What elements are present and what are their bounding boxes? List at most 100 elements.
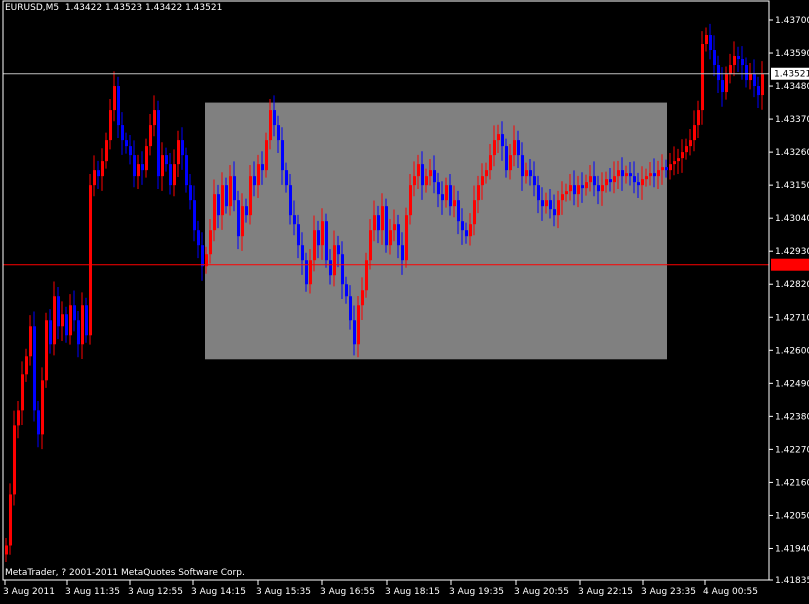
candle <box>669 153 672 180</box>
candle-body <box>301 245 304 261</box>
candle-body <box>541 200 544 207</box>
candle-body <box>621 170 624 177</box>
candle-body <box>557 200 560 216</box>
candle-body <box>593 176 596 186</box>
candle-body <box>501 134 504 147</box>
candle <box>125 132 128 154</box>
x-tick-label: 3 Aug 14:15 <box>191 587 246 597</box>
y-tick-label: 1.43150 <box>775 181 809 191</box>
candle-body <box>701 44 704 111</box>
candle-body <box>133 155 136 177</box>
candle-body <box>145 146 148 171</box>
candle-body <box>713 50 716 66</box>
y-tick-label: 1.41940 <box>775 544 809 554</box>
candle-body <box>333 245 336 276</box>
candle <box>121 112 124 155</box>
candle-body <box>317 230 320 246</box>
candle-body <box>137 164 140 177</box>
candle <box>749 62 752 90</box>
candle-body <box>685 146 688 153</box>
candle-body <box>653 173 656 177</box>
time-axis: 3 Aug 2011 3 Aug 11:35 3 Aug 12:55 3 Aug 14… <box>3 580 758 597</box>
candle-body <box>29 326 32 357</box>
candle-body <box>169 164 172 186</box>
y-tick-label: 1.43480 <box>775 82 809 92</box>
candle <box>193 185 196 242</box>
candle-body <box>53 296 56 345</box>
candle-body <box>625 173 628 177</box>
candle-body <box>721 80 724 93</box>
candle <box>5 537 8 562</box>
candle <box>677 148 680 175</box>
candle-body <box>757 86 760 96</box>
y-tick-label: 1.43370 <box>775 115 809 125</box>
chart-window[interactable]: 1.43700 1.43590 1.43480 1.43370 1.43260 1.431… <box>0 0 809 600</box>
candle-body <box>165 155 168 165</box>
candle <box>101 148 104 191</box>
candlestick-chart[interactable]: 1.43700 1.43590 1.43480 1.43370 1.43260 1.431… <box>0 0 809 600</box>
symbol-label: EURUSD,M5 <box>5 3 60 13</box>
candle <box>49 309 52 354</box>
candle <box>717 55 720 93</box>
candle <box>89 174 92 345</box>
y-tick-label: 1.41835 <box>775 576 809 586</box>
candle-body <box>733 56 736 66</box>
candle-body <box>637 182 640 186</box>
candle <box>725 66 728 100</box>
candle-body <box>533 176 536 186</box>
candle-body <box>481 176 484 186</box>
candle-body <box>441 194 444 201</box>
candle-body <box>433 170 436 183</box>
candle-body <box>309 260 312 285</box>
candle-body <box>45 320 48 381</box>
candle-body <box>289 185 292 216</box>
candle-body <box>629 173 632 177</box>
candle-body <box>237 200 240 237</box>
candle <box>117 76 120 139</box>
candle-body <box>5 545 8 555</box>
candle-body <box>745 65 748 81</box>
candle <box>137 154 140 190</box>
candle-body <box>689 140 692 147</box>
candle <box>681 139 684 173</box>
candle-body <box>197 230 200 246</box>
candle-body <box>389 230 392 246</box>
candle-body <box>753 74 756 87</box>
candle-body <box>709 35 712 51</box>
candle <box>97 160 100 190</box>
candle-body <box>261 164 264 171</box>
candle <box>189 174 192 210</box>
candle-body <box>41 380 44 435</box>
candle-body <box>437 182 440 195</box>
candle <box>37 401 40 448</box>
candle-body <box>585 182 588 189</box>
candle-body <box>673 161 676 165</box>
candle-body <box>613 176 616 183</box>
candle-body <box>697 110 700 126</box>
candle-body <box>153 110 156 126</box>
y-tick-label: 1.42160 <box>775 478 809 488</box>
candle-body <box>77 320 80 345</box>
y-tick-label: 1.42270 <box>775 445 809 455</box>
candle <box>161 142 164 191</box>
candle-body <box>489 155 492 171</box>
x-tick-label: 3 Aug 11:35 <box>65 587 120 597</box>
candle-body <box>189 185 192 201</box>
candle-body <box>201 245 204 267</box>
x-tick-label: 3 Aug 16:55 <box>320 587 375 597</box>
candle-body <box>549 200 552 210</box>
candle-body <box>65 314 68 336</box>
x-tick-label: 3 Aug 12:55 <box>128 587 183 597</box>
candle <box>105 132 108 169</box>
candle-body <box>313 230 316 261</box>
highlight-rectangle[interactable] <box>205 102 667 360</box>
x-tick-label: 3 Aug 23:35 <box>641 587 696 597</box>
y-tick-label: 1.42710 <box>775 313 809 323</box>
candle-body <box>241 206 244 237</box>
candle-body <box>97 170 100 177</box>
candle-body <box>405 215 408 261</box>
candle-body <box>253 176 256 186</box>
candle-body <box>13 425 16 495</box>
candle <box>129 135 132 165</box>
candle-body <box>461 221 464 231</box>
